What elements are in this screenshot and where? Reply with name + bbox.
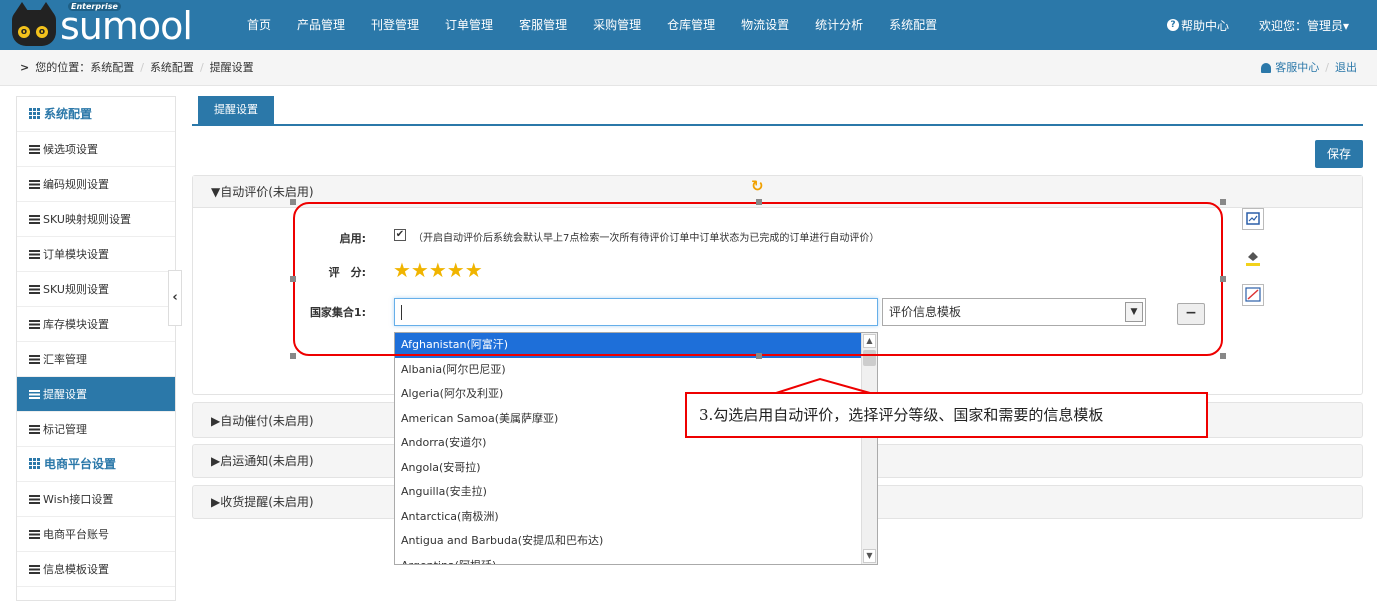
scroll-down-icon[interactable]: ▼ bbox=[863, 549, 876, 563]
grid-icon bbox=[29, 108, 40, 119]
top-right-links: ? 帮助中心 欢迎您：管理员▾ bbox=[1166, 0, 1349, 50]
sidebar-item-message-templates[interactable]: 信息模板设置 bbox=[17, 552, 175, 587]
nav-item-logistics[interactable]: 物流设置 bbox=[728, 0, 802, 50]
list-icon bbox=[29, 320, 40, 329]
sidebar-item-candidate[interactable]: 候选项设置 bbox=[17, 132, 175, 167]
sidebar-item-inventory[interactable]: 库存模块设置 bbox=[17, 307, 175, 342]
dropdown-scrollbar[interactable]: ▲ ▼ bbox=[861, 333, 877, 564]
breadcrumb: > 您的位置：系统配置 / 系统配置 / 提醒设置 bbox=[20, 50, 254, 86]
list-icon bbox=[29, 565, 40, 574]
brand-name: sumool bbox=[60, 4, 193, 48]
service-center-link[interactable]: 客服中心 bbox=[1275, 50, 1319, 86]
list-icon bbox=[29, 530, 40, 539]
shape-format-icon bbox=[1242, 208, 1264, 230]
nav-item-warehouse[interactable]: 仓库管理 bbox=[654, 0, 728, 50]
nav-item-purchase[interactable]: 采购管理 bbox=[580, 0, 654, 50]
nav-item-service[interactable]: 客服管理 bbox=[506, 0, 580, 50]
breadcrumb-level3: 提醒设置 bbox=[209, 61, 254, 74]
sidebar-item-order-module[interactable]: 订单模块设置 bbox=[17, 237, 175, 272]
sidebar-head-ecommerce[interactable]: 电商平台设置 bbox=[17, 447, 175, 482]
sidebar-item-tags[interactable]: 标记管理 bbox=[17, 412, 175, 447]
breadcrumb-prefix: 您的位置：系统配置 bbox=[35, 61, 135, 74]
nav-item-products[interactable]: 产品管理 bbox=[284, 0, 358, 50]
sumool-logo[interactable]: o o Enterprise sumool bbox=[6, 2, 216, 48]
country-option[interactable]: Antarctica(南极洲) bbox=[395, 505, 861, 530]
resize-handle bbox=[1220, 276, 1226, 282]
sidebar-item-exchange-rate[interactable]: 汇率管理 bbox=[17, 342, 175, 377]
save-button[interactable]: 保存 bbox=[1315, 140, 1363, 168]
chevron-right-icon: > bbox=[20, 61, 30, 74]
resize-handle bbox=[1220, 199, 1226, 205]
help-center-link[interactable]: ? 帮助中心 bbox=[1166, 17, 1229, 34]
country-option[interactable]: Antigua and Barbuda(安提瓜和巴布达) bbox=[395, 529, 861, 554]
tab-bar: 提醒设置 bbox=[192, 96, 1363, 126]
resize-handle bbox=[290, 199, 296, 205]
list-icon bbox=[29, 495, 40, 504]
list-icon bbox=[29, 145, 40, 154]
sidebar-item-sku-mapping[interactable]: SKU映射规则设置 bbox=[17, 202, 175, 237]
user-menu[interactable]: 欢迎您：管理员▾ bbox=[1259, 17, 1349, 34]
nav-item-orders[interactable]: 订单管理 bbox=[432, 0, 506, 50]
list-icon bbox=[29, 250, 40, 259]
country-option[interactable]: Angola(安哥拉) bbox=[395, 456, 861, 481]
top-navbar: o o Enterprise sumool 首页 产品管理 刊登管理 订单管理 … bbox=[0, 0, 1377, 50]
annotation-highlight-box bbox=[293, 202, 1223, 356]
breadcrumb-level2[interactable]: 系统配置 bbox=[150, 50, 194, 86]
list-icon bbox=[29, 180, 40, 189]
list-icon bbox=[29, 355, 40, 364]
nav-item-system[interactable]: 系统配置 bbox=[876, 0, 950, 50]
sidebar-head-system[interactable]: 系统配置 bbox=[17, 97, 175, 132]
resize-handle bbox=[290, 276, 296, 282]
country-option[interactable]: Argentina(阿根廷) bbox=[395, 554, 861, 565]
question-icon: ? bbox=[1166, 19, 1179, 31]
chevron-left-icon: ‹ bbox=[172, 290, 178, 305]
main-nav: 首页 产品管理 刊登管理 订单管理 客服管理 采购管理 仓库管理 物流设置 统计… bbox=[234, 0, 950, 50]
fill-bucket-icon bbox=[1242, 246, 1264, 268]
bell-icon bbox=[1261, 63, 1272, 73]
country-option[interactable]: Anguilla(安圭拉) bbox=[395, 480, 861, 505]
rotate-handle-icon: ↻ bbox=[751, 177, 764, 195]
list-icon bbox=[29, 425, 40, 434]
breadcrumb-right-links: 客服中心 / 退出 bbox=[1261, 50, 1357, 86]
nav-item-stats[interactable]: 统计分析 bbox=[802, 0, 876, 50]
list-icon bbox=[29, 390, 40, 399]
list-icon bbox=[29, 215, 40, 224]
country-dropdown: Afghanistan(阿富汗) Albania(阿尔巴尼亚) Algeria(… bbox=[394, 332, 878, 565]
sidebar-collapse-button[interactable]: ‹ bbox=[168, 270, 182, 326]
cat-logo-icon: o o bbox=[12, 2, 56, 46]
sidebar-item-wish-api[interactable]: Wish接口设置 bbox=[17, 482, 175, 517]
grid-icon bbox=[29, 458, 40, 469]
resize-handle bbox=[290, 353, 296, 359]
breadcrumb-separator: / bbox=[140, 61, 144, 74]
line-style-icon bbox=[1242, 284, 1264, 306]
resize-handle bbox=[756, 199, 762, 205]
help-center-label: 帮助中心 bbox=[1180, 18, 1229, 33]
breadcrumb-bar: > 您的位置：系统配置 / 系统配置 / 提醒设置 客服中心 / 退出 bbox=[0, 50, 1377, 86]
link-separator: / bbox=[1325, 61, 1329, 74]
caret-down-icon: ▾ bbox=[1342, 18, 1349, 33]
nav-item-home[interactable]: 首页 bbox=[234, 0, 284, 50]
sidebar: 系统配置 候选项设置 编码规则设置 SKU映射规则设置 订单模块设置 SKU规则… bbox=[16, 96, 176, 601]
annotation-callout: 3.勾选启用自动评价，选择评分等级、国家和需要的信息模板 bbox=[685, 392, 1208, 438]
breadcrumb-separator: / bbox=[199, 61, 204, 74]
welcome-label: 欢迎您：管理员 bbox=[1258, 18, 1343, 33]
tab-reminder-settings[interactable]: 提醒设置 bbox=[198, 96, 274, 126]
sidebar-item-sku-rules[interactable]: SKU规则设置 bbox=[17, 272, 175, 307]
resize-handle bbox=[1220, 353, 1226, 359]
logout-link[interactable]: 退出 bbox=[1335, 50, 1357, 86]
list-icon bbox=[29, 285, 40, 294]
sidebar-item-platform-accounts[interactable]: 电商平台账号 bbox=[17, 517, 175, 552]
sidebar-item-coding-rules[interactable]: 编码规则设置 bbox=[17, 167, 175, 202]
sidebar-item-reminder[interactable]: 提醒设置 bbox=[17, 377, 175, 412]
nav-item-listing[interactable]: 刊登管理 bbox=[358, 0, 432, 50]
resize-handle bbox=[756, 353, 762, 359]
